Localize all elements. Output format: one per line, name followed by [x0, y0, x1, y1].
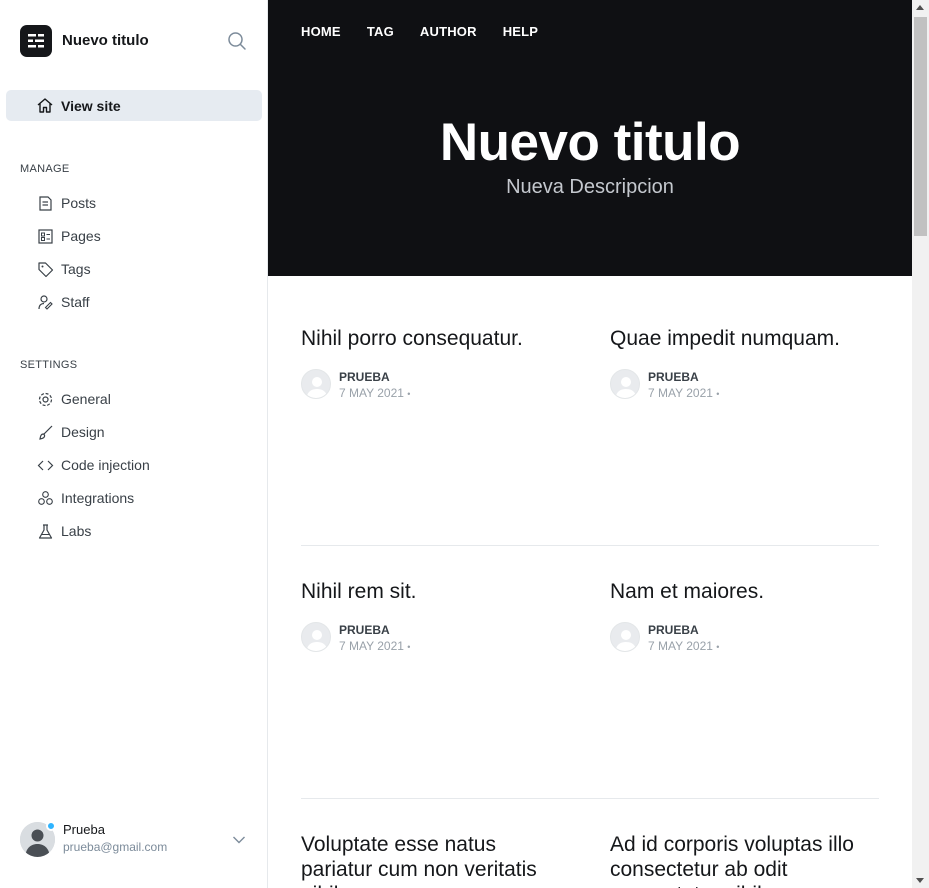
nav-general-label: General — [61, 391, 111, 407]
author-avatar[interactable] — [301, 369, 331, 399]
post-card[interactable]: Nihil rem sit. — [301, 579, 581, 604]
nav-pages-label: Pages — [61, 228, 101, 244]
post-title[interactable]: Nam et maiores. — [610, 579, 890, 604]
post-card[interactable]: Nam et maiores. — [610, 579, 890, 604]
nav-code-injection[interactable]: Code injection — [36, 455, 150, 475]
author-avatar[interactable] — [610, 622, 640, 652]
post-date: 7 MAY 2021 • — [648, 639, 720, 653]
scroll-thumb[interactable] — [914, 17, 927, 236]
post-title[interactable]: Voluptate esse natus pariatur cum non ve… — [301, 832, 571, 888]
staff-icon — [36, 293, 54, 311]
vertical-scrollbar[interactable] — [912, 0, 929, 888]
post-meta: PRUEBA 7 MAY 2021 • — [301, 622, 561, 654]
author-avatar[interactable] — [301, 622, 331, 652]
post-card[interactable]: Voluptate esse natus pariatur cum non ve… — [301, 832, 571, 888]
scroll-down-arrow-icon[interactable] — [916, 878, 924, 883]
home-icon — [36, 97, 54, 117]
nav-code-injection-label: Code injection — [61, 457, 150, 473]
site-description: Nueva Descripcion — [506, 176, 674, 198]
brand-title: Nuevo titulo — [62, 32, 149, 49]
nav-labs-label: Labs — [61, 523, 92, 539]
manage-heading: MANAGE — [20, 163, 70, 175]
brand[interactable]: Nuevo titulo — [20, 24, 149, 57]
nav-design[interactable]: Design — [36, 422, 105, 442]
nav-integrations-label: Integrations — [61, 490, 135, 506]
post-title[interactable]: Ad id corporis voluptas illo consectetur… — [610, 832, 890, 888]
nav-tags-label: Tags — [61, 261, 91, 277]
post-meta: PRUEBA 7 MAY 2021 • — [610, 369, 870, 401]
post-date: 7 MAY 2021 • — [648, 386, 720, 400]
site-nav-tag[interactable]: TAG — [367, 24, 394, 39]
post-author[interactable]: PRUEBA — [648, 370, 699, 384]
post-title[interactable]: Nihil porro consequatur. — [301, 326, 581, 351]
site-preview: HOME TAG AUTHOR HELP Nuevo titulo Nueva … — [268, 0, 912, 888]
site-title: Nuevo titulo — [439, 113, 741, 172]
nav-posts-label: Posts — [61, 195, 97, 211]
post-card[interactable]: Nihil porro consequatur. — [301, 326, 581, 351]
nav-general[interactable]: General — [36, 389, 111, 409]
nav-posts[interactable]: Posts — [36, 193, 96, 213]
post-date: 7 MAY 2021 • — [339, 386, 411, 400]
row-divider — [301, 798, 879, 799]
post-meta: PRUEBA 7 MAY 2021 • — [610, 622, 870, 654]
code-icon — [36, 456, 54, 474]
site-nav-author[interactable]: AUTHOR — [420, 24, 477, 39]
nav-design-label: Design — [61, 424, 105, 440]
nav-staff-label: Staff — [61, 294, 90, 310]
user-menu[interactable]: Prueba prueba@gmail.com — [20, 820, 250, 860]
author-avatar[interactable] — [610, 369, 640, 399]
site-nav: HOME TAG AUTHOR HELP — [301, 24, 538, 39]
post-author[interactable]: PRUEBA — [339, 370, 390, 384]
site-header: HOME TAG AUTHOR HELP Nuevo titulo Nueva … — [268, 0, 912, 276]
row-divider — [301, 545, 879, 546]
nav-staff[interactable]: Staff — [36, 292, 90, 312]
user-email: prueba@gmail.com — [63, 840, 168, 854]
gear-icon — [36, 390, 54, 408]
post-date: 7 MAY 2021 • — [339, 639, 411, 653]
nav-tags[interactable]: Tags — [36, 259, 91, 279]
post-meta: PRUEBA 7 MAY 2021 • — [301, 369, 561, 401]
nav-integrations[interactable]: Integrations — [36, 488, 134, 508]
post-card[interactable]: Ad id corporis voluptas illo consectetur… — [610, 832, 890, 888]
nav-pages[interactable]: Pages — [36, 226, 101, 246]
site-nav-home[interactable]: HOME — [301, 24, 341, 39]
post-title[interactable]: Quae impedit numquam. — [610, 326, 890, 351]
post-author[interactable]: PRUEBA — [339, 623, 390, 637]
chevron-down-icon[interactable] — [232, 832, 246, 850]
nav-view-site-label: View site — [61, 97, 121, 114]
admin-sidebar: Nuevo titulo View site MANAGE Posts Page… — [0, 0, 268, 888]
flask-icon — [36, 522, 54, 540]
site-nav-help[interactable]: HELP — [503, 24, 538, 39]
pages-icon — [36, 227, 54, 245]
nav-labs[interactable]: Labs — [36, 521, 91, 541]
post-title[interactable]: Nihil rem sit. — [301, 579, 581, 604]
search-icon[interactable] — [226, 30, 248, 52]
nav-view-site[interactable]: View site — [6, 90, 262, 121]
scroll-up-arrow-icon[interactable] — [916, 5, 924, 10]
brush-icon — [36, 423, 54, 441]
integrations-icon — [36, 489, 54, 507]
site-logo-icon — [20, 24, 52, 57]
post-card[interactable]: Quae impedit numquam. — [610, 326, 890, 351]
tag-icon — [36, 260, 54, 278]
settings-heading: SETTINGS — [20, 359, 78, 371]
posts-icon — [36, 194, 54, 212]
user-name: Prueba — [63, 822, 105, 837]
status-dot — [46, 821, 56, 831]
post-author[interactable]: PRUEBA — [648, 623, 699, 637]
